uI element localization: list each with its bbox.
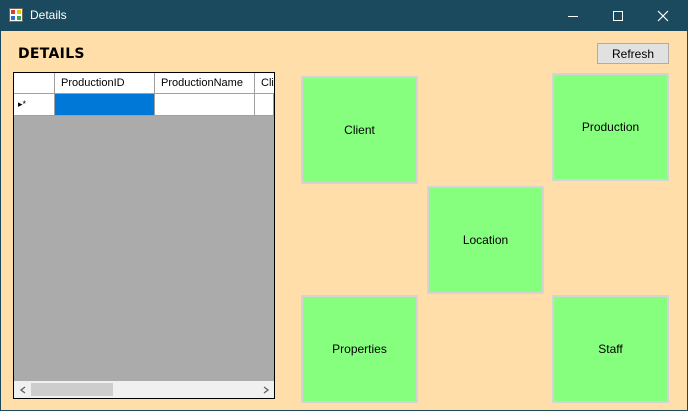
maximize-icon <box>613 10 623 21</box>
grid-header-row: ProductionID ProductionName Cli <box>14 73 274 94</box>
maximize-button[interactable] <box>595 0 641 31</box>
refresh-button[interactable]: Refresh <box>597 43 669 64</box>
column-header-production-id[interactable]: ProductionID <box>55 73 155 93</box>
minimize-button[interactable] <box>550 0 596 31</box>
page-title: DETAILS <box>18 46 85 62</box>
location-button[interactable]: Location <box>427 186 544 294</box>
window-title: Details <box>30 8 67 22</box>
horizontal-scrollbar[interactable] <box>14 381 274 398</box>
scrollbar-thumb[interactable] <box>31 383 113 396</box>
client-button[interactable]: Client <box>301 76 418 184</box>
scroll-right-button[interactable] <box>257 381 274 398</box>
close-icon <box>657 10 669 21</box>
close-button[interactable] <box>640 0 686 31</box>
production-button[interactable]: Production <box>552 73 669 181</box>
grid-cell[interactable] <box>255 94 274 115</box>
staff-button[interactable]: Staff <box>552 295 669 403</box>
column-header-production-name[interactable]: ProductionName <box>155 73 255 93</box>
form-body: DETAILS Refresh ProductionID ProductionN… <box>1 31 687 410</box>
details-grid[interactable]: ProductionID ProductionName Cli ▸* <box>13 72 275 399</box>
minimize-icon <box>568 15 578 17</box>
chevron-right-icon <box>263 385 269 394</box>
scroll-left-button[interactable] <box>14 381 31 398</box>
properties-button[interactable]: Properties <box>301 295 418 403</box>
app-icon <box>9 8 23 22</box>
grid-corner-cell <box>14 73 55 93</box>
chevron-left-icon <box>19 385 25 394</box>
grid-cell-selected[interactable] <box>55 94 155 115</box>
column-header-client[interactable]: Cli <box>255 73 274 93</box>
title-bar: Details <box>0 0 688 31</box>
new-row-marker[interactable]: ▸* <box>14 94 55 115</box>
grid-cell[interactable] <box>155 94 255 115</box>
table-row[interactable]: ▸* <box>14 94 274 116</box>
